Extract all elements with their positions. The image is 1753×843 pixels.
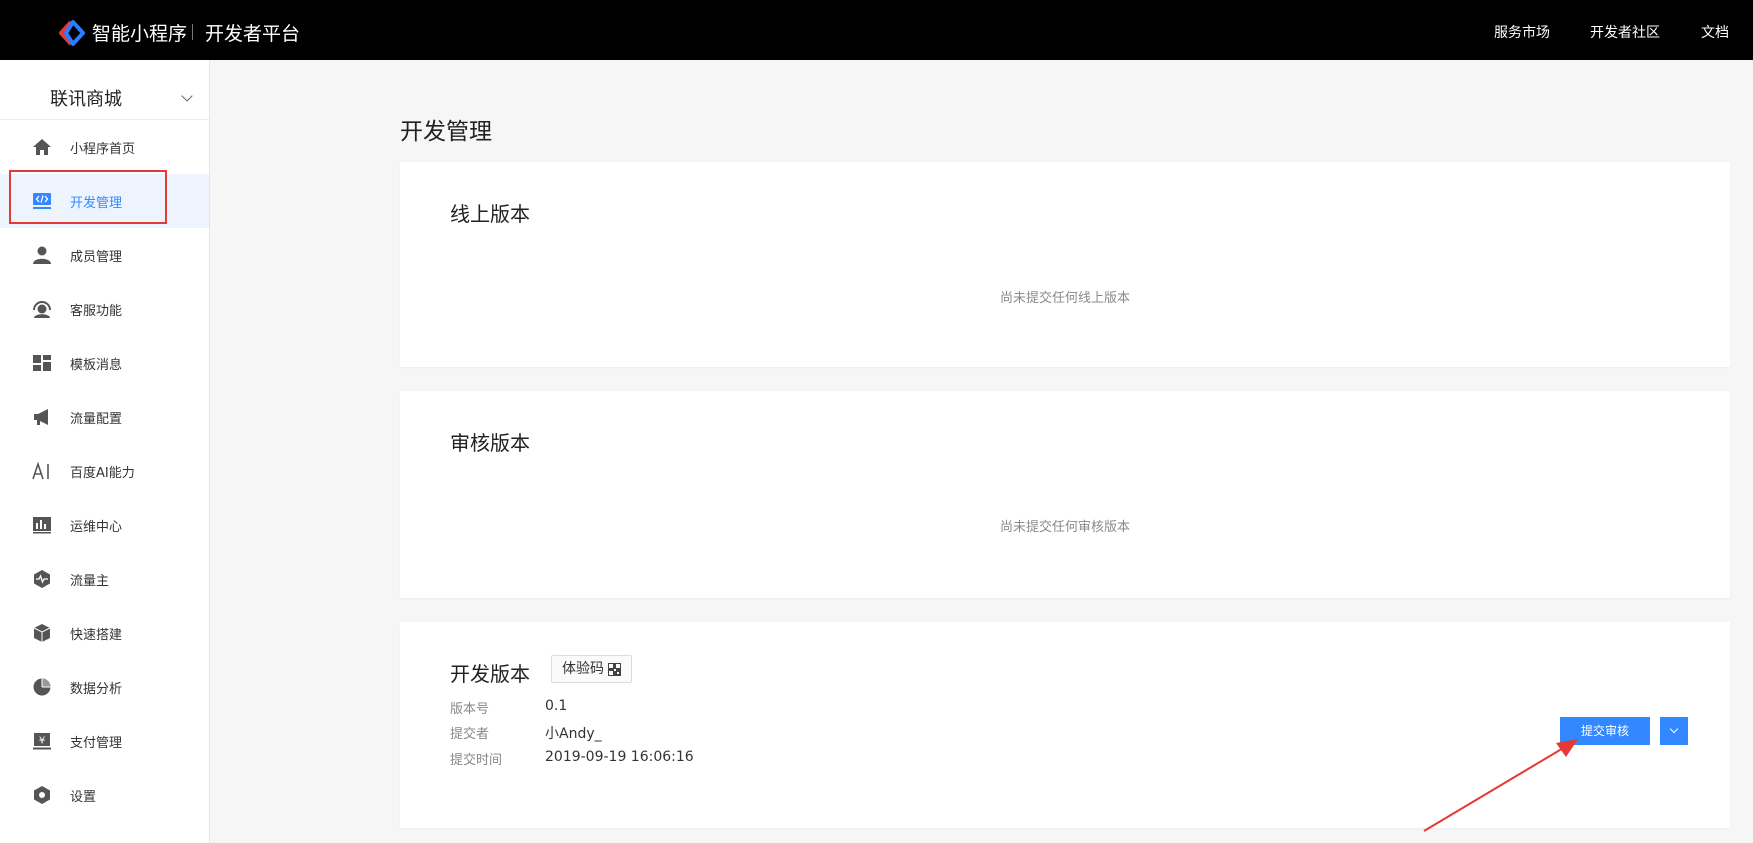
sidebar-item-label: 开发管理 — [70, 196, 123, 211]
version-value: 0.1 — [545, 698, 568, 714]
sidebar-item-label: 百度AI能力 — [70, 466, 135, 481]
page-title: 开发管理 — [400, 119, 492, 145]
top-bar: 智能小程序 开发者平台 服务市场 开发者社区 文档 — [0, 0, 1753, 60]
sidebar-item-label: 支付管理 — [70, 736, 123, 751]
review-version-title: 审核版本 — [450, 431, 530, 455]
sidebar-item-label: 模板消息 — [70, 358, 123, 373]
template-icon — [33, 355, 51, 371]
experience-qr-label: 体验码 — [562, 661, 604, 677]
review-version-card: 审核版本 尚未提交任何审核版本 — [400, 391, 1730, 598]
sidebar-item-label: 流量配置 — [70, 412, 123, 427]
headset-icon — [33, 301, 51, 318]
sidebar-item-home[interactable]: 小程序首页 — [0, 120, 209, 174]
sidebar-item-label: 流量主 — [70, 574, 110, 589]
review-version-empty: 尚未提交任何审核版本 — [999, 520, 1130, 535]
sidebar-item-label: 数据分析 — [70, 682, 123, 697]
sidebar-item-data-analysis[interactable]: 数据分析 — [0, 660, 209, 714]
ai-icon — [32, 461, 49, 480]
sidebar-item-customer-service[interactable]: 客服功能 — [0, 282, 209, 336]
online-version-card: 线上版本 尚未提交任何线上版本 — [400, 162, 1730, 367]
user-icon — [33, 246, 51, 264]
brand-subtitle: 开发者平台 — [205, 23, 301, 45]
sidebar-item-label: 小程序首页 — [70, 142, 136, 157]
experience-qr-button[interactable]: 体验码 — [551, 655, 632, 683]
dev-version-title: 开发版本 — [450, 662, 530, 686]
sidebar-item-traffic-config[interactable]: 流量配置 — [0, 390, 209, 444]
sidebar-item-quick-build[interactable]: 快速搭建 — [0, 606, 209, 660]
sidebar-item-baidu-ai[interactable]: 百度AI能力 — [0, 444, 209, 498]
payment-icon: ¥ — [33, 733, 51, 750]
pie-icon — [33, 678, 51, 696]
sidebar-item-label: 设置 — [70, 790, 97, 805]
settings-icon — [34, 786, 50, 804]
chart-icon — [33, 517, 51, 534]
app-switcher[interactable]: 联讯商城 — [0, 66, 209, 120]
sidebar-item-label: 成员管理 — [70, 250, 123, 265]
submit-time-value: 2019-09-19 16:06:16 — [545, 749, 694, 765]
sidebar-item-payment[interactable]: ¥ 支付管理 — [0, 714, 209, 768]
submit-review-button[interactable]: 提交审核 — [1560, 717, 1650, 745]
submitter-value: 小Andy_ — [545, 726, 602, 742]
chevron-down-icon — [181, 90, 193, 102]
online-version-empty: 尚未提交任何线上版本 — [999, 291, 1130, 306]
submit-time-label: 提交时间 — [450, 753, 503, 768]
pulse-icon — [34, 570, 50, 588]
sidebar-item-template-messages[interactable]: 模板消息 — [0, 336, 209, 390]
megaphone-icon — [34, 409, 48, 425]
nav-service-market[interactable]: 服务市场 — [1494, 22, 1550, 42]
app-name: 联讯商城 — [50, 89, 122, 110]
sidebar-item-label: 客服功能 — [70, 304, 123, 319]
qr-code-icon — [608, 662, 621, 676]
online-version-title: 线上版本 — [450, 202, 530, 226]
logo-icon[interactable] — [58, 20, 86, 46]
sidebar-item-members[interactable]: 成员管理 — [0, 228, 209, 282]
nav-developer-community[interactable]: 开发者社区 — [1590, 22, 1660, 42]
sidebar-item-traffic-owner[interactable]: 流量主 — [0, 552, 209, 606]
code-icon — [33, 193, 51, 209]
svg-text:¥: ¥ — [39, 736, 45, 747]
sidebar-item-label: 快速搭建 — [70, 628, 123, 643]
nav-docs[interactable]: 文档 — [1701, 22, 1729, 42]
sidebar-item-label: 运维中心 — [70, 520, 123, 535]
submitter-label: 提交者 — [450, 727, 490, 742]
sidebar-item-ops-center[interactable]: 运维中心 — [0, 498, 209, 552]
brand-title: 智能小程序 — [92, 23, 188, 45]
sidebar: 联讯商城 小程序首页 开发管理 成员管理 客服功能 模板消息 流量配置 百度AI… — [0, 60, 210, 843]
sidebar-item-settings[interactable]: 设置 — [0, 768, 209, 822]
home-icon — [33, 139, 51, 155]
version-label: 版本号 — [450, 702, 490, 717]
brand-divider — [192, 24, 193, 40]
cube-icon — [33, 624, 51, 642]
submit-options-dropdown[interactable] — [1660, 717, 1688, 745]
sidebar-item-dev-management[interactable]: 开发管理 — [0, 174, 209, 228]
dev-version-card: 开发版本 体验码 版本号 0.1 提交者 小Andy_ 提交时间 2019-09… — [400, 622, 1730, 828]
